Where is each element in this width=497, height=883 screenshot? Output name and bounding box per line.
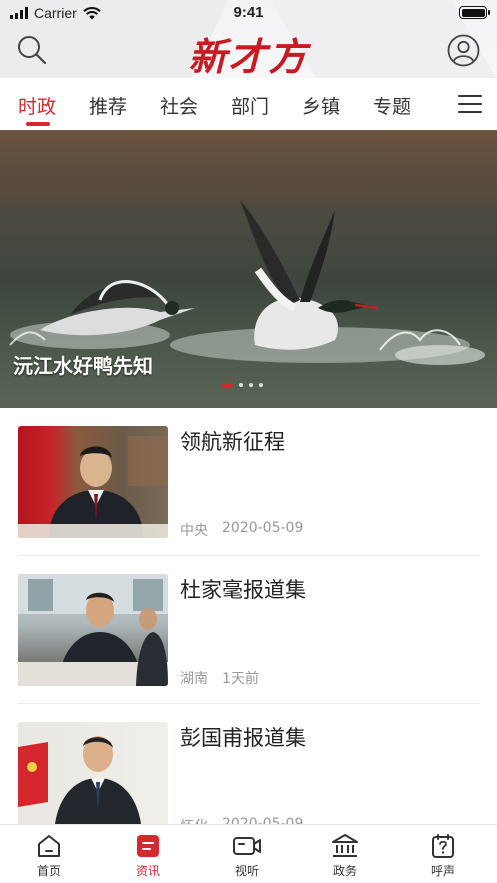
- bottom-nav: 首页 资讯 视听 政务 呼声: [0, 824, 497, 883]
- news-icon: [137, 835, 159, 857]
- active-tab-indicator: [26, 122, 50, 126]
- battery-icon: [459, 6, 490, 19]
- carousel-dot[interactable]: [249, 383, 253, 387]
- news-image: [18, 736, 142, 834]
- news-thumbnail: [18, 426, 168, 538]
- user-icon: [447, 34, 480, 67]
- news-meta: 中央 2020-05-09: [180, 520, 303, 540]
- hero-banner[interactable]: 沅江水好鸭先知: [0, 130, 497, 408]
- nav-news[interactable]: 资讯: [113, 833, 183, 879]
- nav-label: 视听: [234, 864, 259, 878]
- nav-video[interactable]: 视听: [212, 833, 282, 879]
- profile-button[interactable]: [447, 34, 480, 67]
- nav-feedback[interactable]: 呼声: [408, 833, 478, 879]
- nav-government[interactable]: 政务: [310, 833, 380, 879]
- government-icon: [332, 834, 358, 857]
- news-image: [18, 436, 168, 538]
- news-title: 彭国甫报道集: [180, 726, 306, 750]
- news-item[interactable]: 杜家毫报道集 湖南 1天前: [0, 556, 497, 704]
- video-icon: [233, 837, 261, 855]
- header: Carrier 9:41 新才方: [0, 0, 497, 78]
- news-title: 领航新征程: [180, 430, 285, 454]
- tab-topics[interactable]: 专题: [373, 92, 411, 119]
- menu-icon: [458, 95, 482, 97]
- tab-townships[interactable]: 乡镇: [302, 92, 340, 119]
- status-bar: Carrier 9:41: [0, 0, 497, 26]
- menu-button[interactable]: [458, 95, 482, 113]
- carousel-dot[interactable]: [259, 383, 263, 387]
- news-item[interactable]: 领航新征程 中央 2020-05-09: [0, 408, 497, 556]
- news-title: 杜家毫报道集: [180, 578, 306, 602]
- news-date: 2020-05-09: [222, 520, 304, 536]
- tab-politics[interactable]: 时政: [18, 92, 56, 119]
- status-time: 9:41: [233, 4, 264, 21]
- feedback-icon: [432, 834, 454, 858]
- home-icon: [38, 835, 60, 857]
- news-thumbnail: [18, 574, 168, 686]
- tab-recommended[interactable]: 推荐: [89, 92, 127, 119]
- nav-label: 政务: [332, 864, 357, 878]
- category-tabs: 时政 推荐 社会 部门 乡镇 专题: [0, 78, 497, 130]
- news-source: 湖南: [180, 671, 208, 687]
- carousel-indicator: [222, 383, 263, 387]
- news-meta: 湖南 1天前: [180, 668, 259, 688]
- nav-label: 资讯: [135, 864, 160, 878]
- nav-home[interactable]: 首页: [14, 833, 84, 879]
- news-image: [18, 574, 168, 686]
- hero-caption: 沅江水好鸭先知: [13, 354, 153, 378]
- carousel-dot[interactable]: [222, 383, 233, 387]
- nav-label: 首页: [36, 864, 61, 878]
- news-thumbnail: [18, 722, 168, 834]
- tab-society[interactable]: 社会: [160, 92, 198, 119]
- news-source: 中央: [180, 523, 208, 539]
- tab-departments[interactable]: 部门: [231, 92, 269, 119]
- nav-label: 呼声: [430, 864, 455, 878]
- carousel-dot[interactable]: [239, 383, 243, 387]
- news-date: 1天前: [222, 671, 259, 687]
- app-logo: 新才方: [188, 34, 309, 78]
